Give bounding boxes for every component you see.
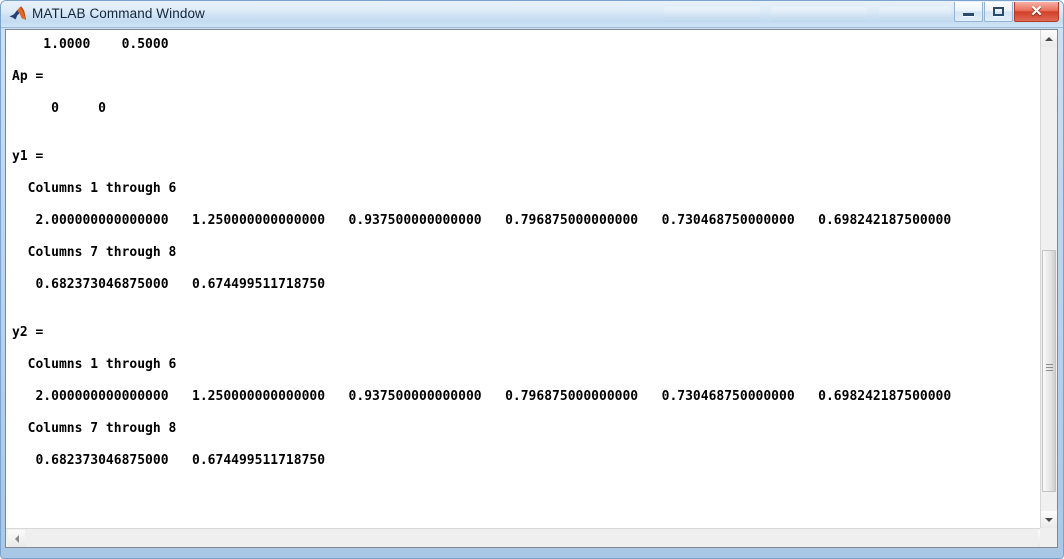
matlab-membrane-icon — [8, 5, 27, 24]
maximize-icon — [993, 7, 1004, 16]
titlebar-ghost-reflection — [879, 7, 951, 22]
close-icon: ✕ — [1030, 3, 1043, 20]
maximize-button[interactable] — [984, 2, 1013, 22]
output-line: Ap = — [12, 69, 44, 84]
output-line: Columns 7 through 8 — [12, 421, 177, 436]
output-line: y2 = — [12, 325, 44, 340]
scrollbar-corner — [1040, 528, 1057, 547]
output-line: Columns 1 through 6 — [12, 181, 177, 196]
output-line: 0 0 — [12, 101, 106, 116]
scroll-down-button[interactable] — [1041, 511, 1057, 528]
command-output-text[interactable]: 1.0000 0.5000 Ap = 0 0 y1 = Columns 1 thro… — [6, 30, 1041, 528]
title-bar[interactable]: MATLAB Command Window ✕ — [1, 1, 1063, 28]
output-line: 2.000000000000000 1.250000000000000 0.93… — [12, 213, 952, 228]
output-line: Columns 7 through 8 — [12, 245, 177, 260]
chevron-left-icon — [14, 534, 19, 543]
minimize-icon — [963, 13, 974, 16]
close-button[interactable]: ✕ — [1014, 2, 1059, 22]
vertical-scrollbar-thumb[interactable] — [1042, 250, 1056, 492]
scroll-left-button[interactable] — [8, 530, 25, 547]
output-line: 2.000000000000000 1.250000000000000 0.93… — [12, 389, 952, 404]
horizontal-scrollbar[interactable] — [6, 528, 1057, 547]
scroll-up-button[interactable] — [1041, 30, 1057, 47]
window-title: MATLAB Command Window — [32, 6, 205, 21]
titlebar-ghost-reflection — [664, 7, 760, 22]
matlab-command-window: MATLAB Command Window ✕ 1.0000 0.5000 Ap … — [0, 0, 1064, 559]
output-line: y1 = — [12, 149, 44, 164]
output-line: Columns 1 through 6 — [12, 357, 177, 372]
chevron-up-icon — [1045, 36, 1053, 41]
output-line: 0.682373046875000 0.674499511718750 — [12, 453, 326, 468]
chevron-down-icon — [1045, 517, 1053, 522]
output-line: 0.682373046875000 0.674499511718750 — [12, 277, 326, 292]
client-area: 1.0000 0.5000 Ap = 0 0 y1 = Columns 1 thro… — [5, 29, 1058, 548]
output-line: 1.0000 0.5000 — [12, 37, 169, 52]
scrollbar-grip-icon — [1046, 364, 1053, 372]
titlebar-ghost-reflection — [771, 7, 867, 22]
vertical-scrollbar[interactable] — [1040, 30, 1057, 528]
minimize-button[interactable] — [954, 2, 983, 22]
